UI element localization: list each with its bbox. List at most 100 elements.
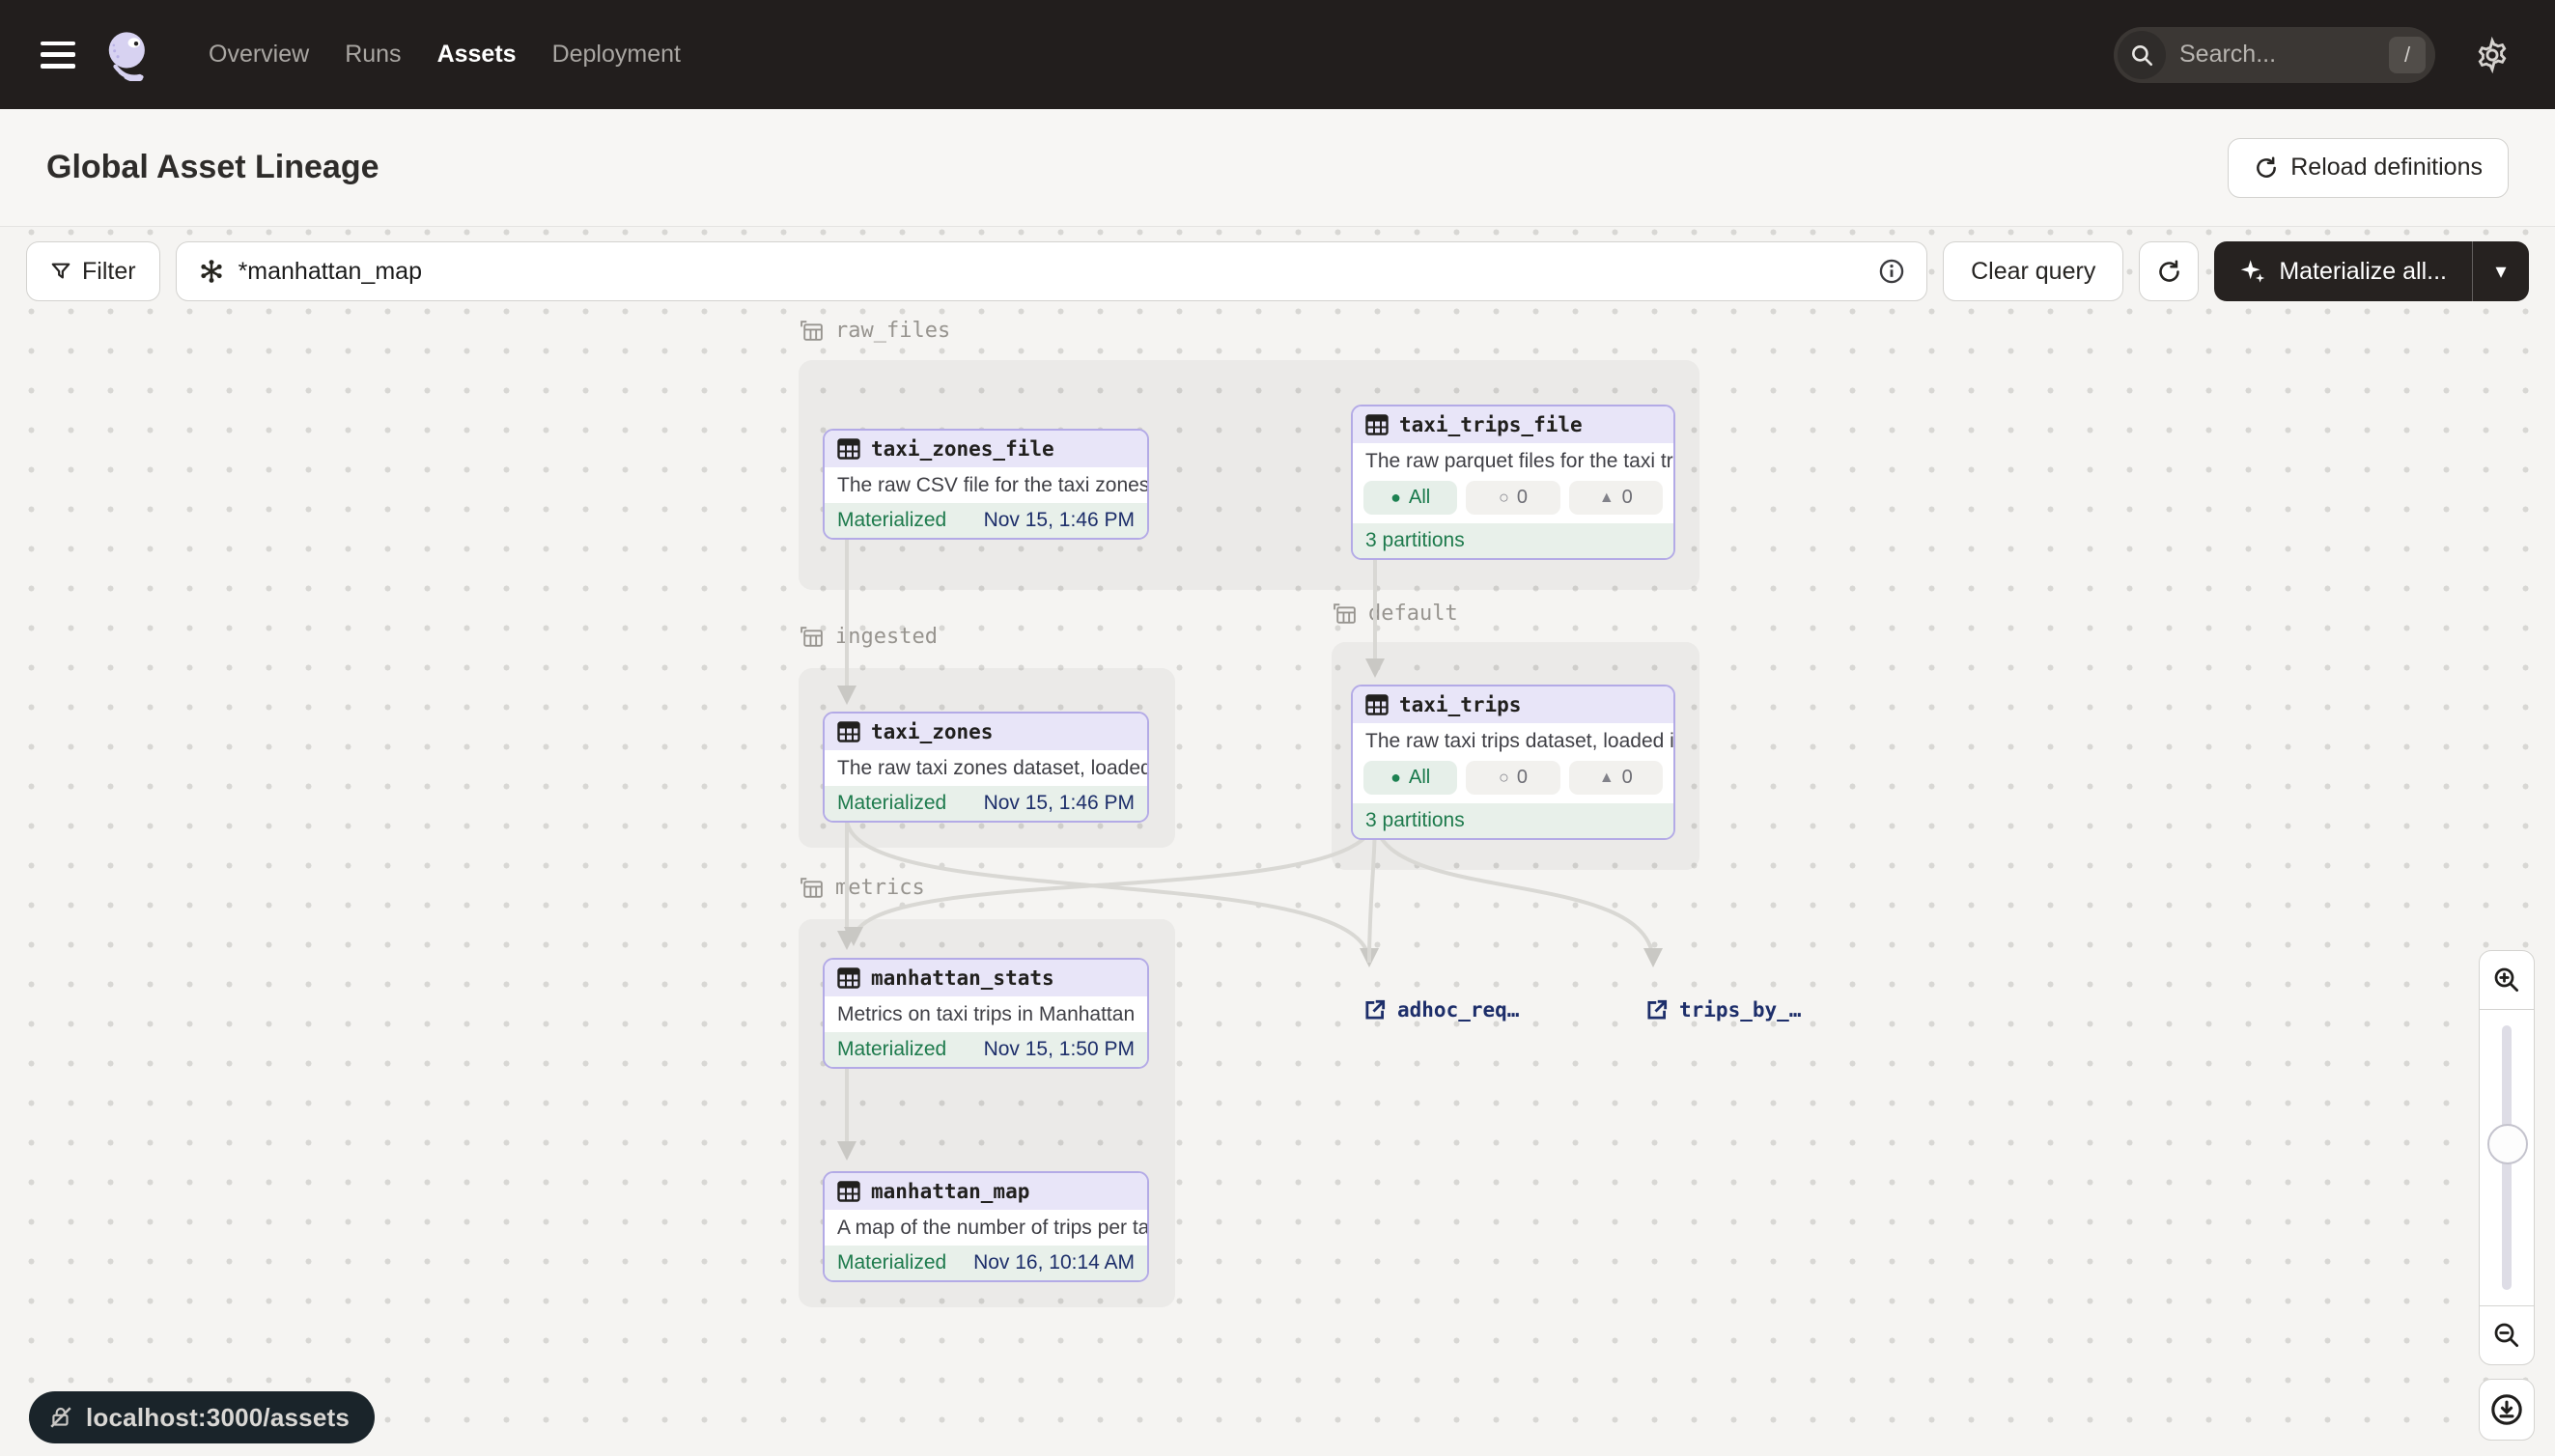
zoom-out-button[interactable]: [2479, 1305, 2535, 1365]
status-url: localhost:3000/assets: [86, 1403, 350, 1433]
filter-button[interactable]: Filter: [26, 241, 160, 301]
settings-gear-icon[interactable]: [2474, 37, 2511, 73]
asset-node-taxi-trips[interactable]: taxi_trips The raw taxi trips dataset, l…: [1351, 685, 1675, 840]
refresh-icon: [2254, 155, 2279, 181]
badge-failed-count: 0: [1517, 767, 1528, 789]
asset-node-taxi-zones[interactable]: taxi_zones The raw taxi zones dataset, l…: [823, 712, 1149, 823]
materialization-timestamp: Nov 15, 1:46 PM: [984, 509, 1135, 532]
badge-failed-count: 0: [1517, 487, 1528, 509]
missing-triangle-icon: ▲: [1599, 770, 1614, 787]
materialize-all-label: Materialize all...: [2279, 258, 2447, 286]
external-asset-trips-by[interactable]: trips_by_…: [1644, 997, 1801, 1022]
page-title: Global Asset Lineage: [46, 149, 379, 186]
asset-node-manhattan-stats[interactable]: manhattan_stats Metrics on taxi trips in…: [823, 958, 1149, 1069]
asset-name: taxi_trips_file: [1399, 413, 1583, 436]
funnel-icon: [50, 261, 71, 282]
asset-description: The raw CSV file for the taxi zones dat.…: [825, 467, 1147, 503]
graph-query-icon: [198, 258, 225, 285]
external-asset-name: trips_by_…: [1679, 998, 1801, 1022]
all-dot-icon: ●: [1390, 768, 1401, 788]
zoom-in-icon: [2492, 966, 2521, 994]
table-icon: [1365, 694, 1389, 715]
table-icon: [1365, 414, 1389, 435]
badge-missing-count: 0: [1622, 767, 1633, 789]
asset-name: manhattan_map: [871, 1180, 1029, 1203]
nav-item-runs[interactable]: Runs: [345, 41, 401, 69]
search-placeholder: Search...: [2179, 41, 2389, 69]
asset-node-manhattan-map[interactable]: manhattan_map A map of the number of tri…: [823, 1171, 1149, 1282]
nav-item-overview[interactable]: Overview: [209, 41, 309, 69]
filter-label: Filter: [82, 258, 136, 286]
graph-toolbar: Filter *manhattan_map Clear query: [26, 241, 2529, 301]
asset-description: The raw taxi zones dataset, loaded int..…: [825, 750, 1147, 786]
table-icon: [837, 967, 860, 989]
sparkle-icon: [2239, 258, 2266, 285]
failed-ring-icon: ○: [1499, 488, 1509, 508]
reload-definitions-button[interactable]: Reload definitions: [2228, 138, 2509, 198]
info-icon[interactable]: [1878, 258, 1905, 285]
partition-badges: ● All ○ 0 ▲ 0: [1353, 479, 1673, 523]
nav-item-deployment[interactable]: Deployment: [552, 41, 681, 69]
asset-name: taxi_zones_file: [871, 437, 1054, 461]
missing-triangle-icon: ▲: [1599, 490, 1614, 507]
external-link-icon: [1644, 997, 1670, 1022]
query-value: *manhattan_map: [239, 258, 1866, 286]
clear-query-button[interactable]: Clear query: [1943, 241, 2123, 301]
asset-query-input[interactable]: *manhattan_map: [176, 241, 1928, 301]
all-dot-icon: ●: [1390, 488, 1401, 508]
partitions-link[interactable]: 3 partitions: [1365, 809, 1465, 832]
zoom-out-icon: [2492, 1321, 2521, 1350]
failed-ring-icon: ○: [1499, 768, 1509, 788]
reload-definitions-label: Reload definitions: [2290, 154, 2483, 182]
materialize-all-button[interactable]: Materialize all... ▾: [2214, 241, 2529, 301]
asset-description: Metrics on taxi trips in Manhattan: [825, 996, 1147, 1032]
materialization-timestamp: Nov 15, 1:50 PM: [984, 1038, 1135, 1061]
asset-name: manhattan_stats: [871, 966, 1054, 990]
refresh-graph-button[interactable]: [2139, 241, 2199, 301]
refresh-icon: [2156, 259, 2182, 285]
zoom-slider[interactable]: [2479, 1010, 2535, 1305]
asset-node-taxi-zones-file[interactable]: taxi_zones_file The raw CSV file for the…: [823, 429, 1149, 540]
table-icon: [837, 438, 860, 460]
lineage-canvas: Filter *manhattan_map Clear query: [0, 227, 2555, 1456]
top-nav: Overview Runs Assets Deployment Search..…: [0, 0, 2555, 109]
external-link-icon: [1362, 997, 1388, 1022]
status-badge: Materialized: [837, 509, 946, 532]
zoom-control: [2479, 950, 2535, 1365]
recenter-view-button[interactable]: [2479, 1379, 2535, 1441]
lineage-edges: [0, 227, 2555, 1456]
dagster-logo[interactable]: [102, 29, 154, 81]
search-icon: [2118, 31, 2166, 79]
nav-links: Overview Runs Assets Deployment: [209, 41, 681, 69]
external-asset-name: adhoc_req…: [1397, 998, 1519, 1022]
zoom-in-button[interactable]: [2479, 950, 2535, 1010]
clear-query-label: Clear query: [1971, 258, 2095, 286]
asset-description: The raw parquet files for the taxi trips…: [1353, 443, 1673, 479]
status-badge: Materialized: [837, 792, 946, 815]
asset-node-taxi-trips-file[interactable]: taxi_trips_file The raw parquet files fo…: [1351, 405, 1675, 560]
asset-name: taxi_trips: [1399, 693, 1521, 716]
page-header: Global Asset Lineage Reload definitions: [0, 109, 2555, 227]
table-icon: [837, 1181, 860, 1202]
menu-icon[interactable]: [41, 42, 75, 69]
partition-badges: ● All ○ 0 ▲ 0: [1353, 759, 1673, 803]
badge-missing-count: 0: [1622, 487, 1633, 509]
download-circle-icon: [2490, 1393, 2523, 1426]
search-shortcut-badge: /: [2389, 37, 2426, 73]
asset-name: taxi_zones: [871, 720, 993, 743]
asset-description: A map of the number of trips per taxi z.…: [825, 1210, 1147, 1246]
badge-all-label: All: [1409, 487, 1430, 509]
materialization-timestamp: Nov 15, 1:46 PM: [984, 792, 1135, 815]
partitions-link[interactable]: 3 partitions: [1365, 529, 1465, 552]
materialize-dropdown-caret[interactable]: ▾: [2473, 241, 2529, 301]
search-input[interactable]: Search... /: [2114, 27, 2435, 83]
status-badge: Materialized: [837, 1251, 946, 1274]
external-asset-adhoc-request[interactable]: adhoc_req…: [1362, 997, 1519, 1022]
asset-description: The raw taxi trips dataset, loaded into …: [1353, 723, 1673, 759]
nav-item-assets[interactable]: Assets: [437, 41, 517, 69]
browser-status-bubble: localhost:3000/assets: [29, 1391, 375, 1443]
badge-all-label: All: [1409, 767, 1430, 789]
status-badge: Materialized: [837, 1038, 946, 1061]
zoom-slider-handle[interactable]: [2487, 1124, 2528, 1164]
insecure-lock-icon: [48, 1405, 73, 1430]
